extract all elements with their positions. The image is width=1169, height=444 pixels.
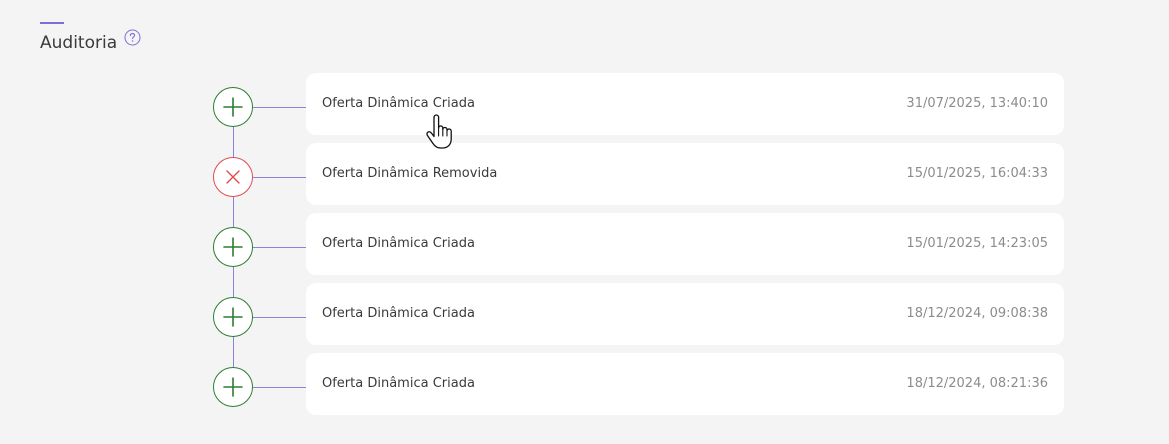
audit-card[interactable]: Oferta Dinâmica Removida 15/01/2025, 16:… (306, 143, 1064, 205)
remove-marker (213, 157, 253, 197)
event-label: Oferta Dinâmica Removida (322, 165, 498, 181)
entry-connector (253, 387, 306, 388)
page-title: Auditoria (40, 33, 118, 53)
event-timestamp: 18/12/2024, 08:21:36 (906, 375, 1048, 391)
event-timestamp: 31/07/2025, 13:40:10 (906, 95, 1048, 111)
event-timestamp: 18/12/2024, 09:08:38 (906, 305, 1048, 321)
entry-connector (253, 177, 306, 178)
section-header: Auditoria (40, 29, 141, 56)
title-accent-bar (40, 22, 64, 24)
plus-icon (223, 377, 243, 397)
timeline-entry: Oferta Dinâmica Criada 31/07/2025, 13:40… (213, 73, 1064, 135)
event-timestamp: 15/01/2025, 16:04:33 (906, 165, 1048, 181)
question-circle-icon[interactable] (124, 29, 141, 46)
entry-connector (253, 247, 306, 248)
plus-icon (223, 307, 243, 327)
timeline-entry: Oferta Dinâmica Criada 18/12/2024, 09:08… (213, 283, 1064, 345)
add-marker (213, 297, 253, 337)
event-label: Oferta Dinâmica Criada (322, 375, 475, 391)
timeline-entry: Oferta Dinâmica Removida 15/01/2025, 16:… (213, 143, 1064, 205)
audit-card[interactable]: Oferta Dinâmica Criada 18/12/2024, 09:08… (306, 283, 1064, 345)
add-marker (213, 227, 253, 267)
audit-card[interactable]: Oferta Dinâmica Criada 18/12/2024, 08:21… (306, 353, 1064, 415)
timeline-entry: Oferta Dinâmica Criada 15/01/2025, 14:23… (213, 213, 1064, 275)
plus-icon (223, 97, 243, 117)
timeline-entry: Oferta Dinâmica Criada 18/12/2024, 08:21… (213, 353, 1064, 415)
event-timestamp: 15/01/2025, 14:23:05 (906, 235, 1048, 251)
audit-card[interactable]: Oferta Dinâmica Criada 31/07/2025, 13:40… (306, 73, 1064, 135)
add-marker (213, 367, 253, 407)
entry-connector (253, 107, 306, 108)
event-label: Oferta Dinâmica Criada (322, 235, 475, 251)
event-label: Oferta Dinâmica Criada (322, 95, 475, 111)
event-label: Oferta Dinâmica Criada (322, 305, 475, 321)
close-icon (226, 170, 240, 184)
entry-connector (253, 317, 306, 318)
plus-icon (223, 237, 243, 257)
audit-timeline: Oferta Dinâmica Criada 31/07/2025, 13:40… (213, 73, 1064, 415)
audit-card[interactable]: Oferta Dinâmica Criada 15/01/2025, 14:23… (306, 213, 1064, 275)
add-marker (213, 87, 253, 127)
